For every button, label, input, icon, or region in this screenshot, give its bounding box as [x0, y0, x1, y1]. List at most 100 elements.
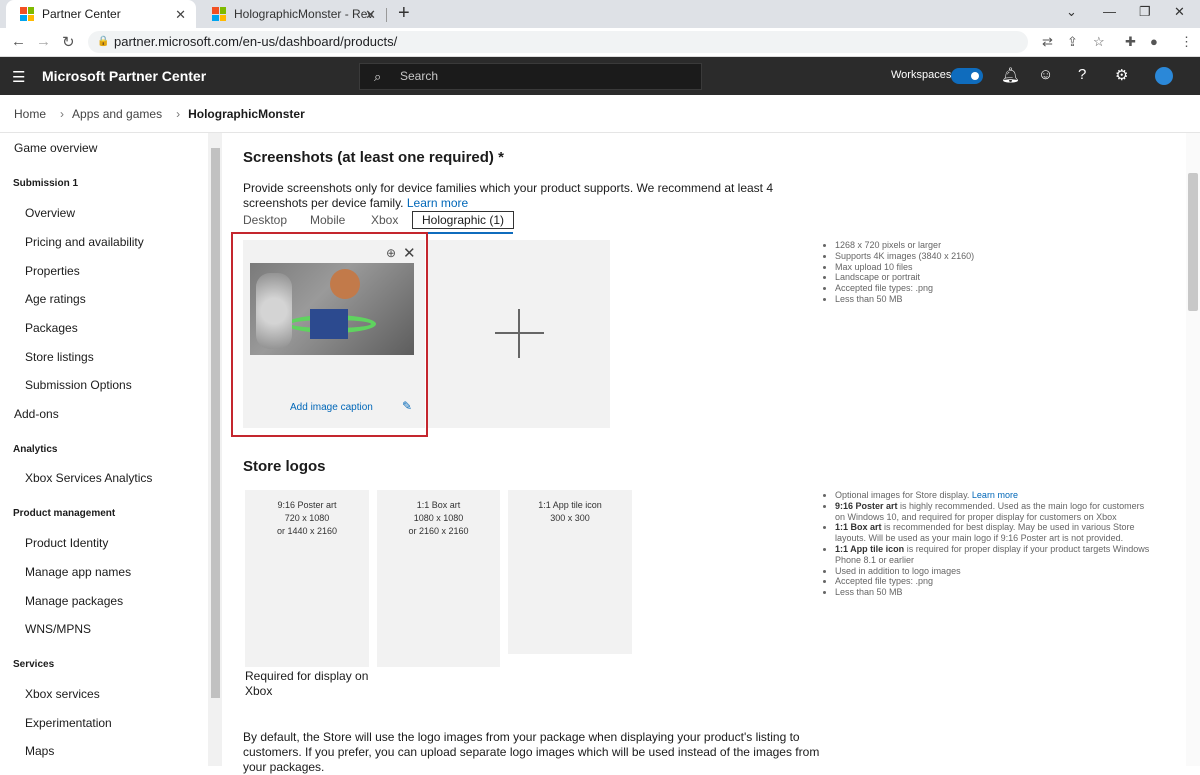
info-bold: 1:1 App tile icon [835, 543, 905, 554]
lock-icon: 🔒 [97, 36, 110, 47]
microsoft-logo-icon [212, 7, 226, 21]
browser-tab-review[interactable]: HolographicMonster - Review Re ✕ [198, 0, 386, 28]
breadcrumb-current: HolographicMonster [188, 107, 305, 121]
sidebar-scrollbar-thumb[interactable] [211, 148, 220, 698]
sidebar-heading-services: Services [13, 659, 55, 670]
sidebar-item-store-listings[interactable]: Store listings [25, 350, 94, 364]
help-icon[interactable]: ? [1078, 66, 1086, 83]
logo-card-line: 1:1 Box art [416, 500, 461, 510]
logo-card-line: 720 x 1080 [284, 513, 330, 523]
tab-holographic[interactable]: Holographic (1) [412, 211, 515, 229]
browser-menu-icon[interactable]: ⋮ [1180, 34, 1193, 50]
sidebar-item-experimentation[interactable]: Experimentation [25, 716, 112, 730]
workspaces-toggle[interactable] [951, 68, 983, 84]
list-item: Supports 4K images (3840 x 2160) [835, 251, 974, 262]
info-text: Optional images for Store display. [835, 490, 970, 500]
sidebar-item-add-ons[interactable]: Add-ons [14, 407, 59, 421]
chevron-right-icon: › [176, 107, 181, 121]
poster-art-note: Required for display on Xbox [245, 669, 369, 698]
maximize-icon[interactable]: ❐ [1139, 4, 1151, 20]
partner-center-header: ☰ Microsoft Partner Center ⌕ Search Work… [0, 57, 1200, 95]
list-item: Used in addition to logo images [835, 566, 1156, 577]
logo-default-explanation: By default, the Store will use the logo … [243, 730, 820, 774]
bell-icon[interactable]: 🔔︎ [1001, 66, 1020, 84]
sidebar-item-manage-app-names[interactable]: Manage app names [25, 565, 131, 579]
plus-icon-vertical [518, 309, 520, 358]
logo-card-line: 9:16 Poster art [277, 500, 337, 510]
breadcrumb-home[interactable]: Home [14, 107, 46, 121]
close-tab-icon[interactable]: ✕ [365, 7, 376, 23]
list-item: Max upload 10 files [835, 262, 974, 273]
tab-mobile[interactable]: Mobile [310, 213, 345, 227]
sidebar-item-packages[interactable]: Packages [25, 321, 78, 335]
back-icon[interactable]: ← [11, 33, 26, 50]
learn-more-link[interactable]: Learn more [972, 490, 1018, 500]
info-bold: 1:1 Box art [835, 522, 882, 533]
sidebar-item-xbox-services[interactable]: Xbox services [25, 687, 100, 701]
sidebar-item-pricing[interactable]: Pricing and availability [25, 235, 144, 249]
reload-icon[interactable]: ↻ [62, 33, 75, 51]
bookmark-star-icon[interactable]: ☆ [1093, 34, 1105, 50]
minimize-icon[interactable]: — [1103, 4, 1116, 19]
url-field[interactable]: 🔒 partner.microsoft.com/en-us/dashboard/… [88, 31, 1028, 53]
list-item: Accepted file types: .png [835, 576, 1156, 587]
browser-tab-partner-center[interactable]: Partner Center ✕ [6, 0, 196, 28]
box-art-upload[interactable]: 1:1 Box art 1080 x 1080 or 2160 x 2160 [377, 490, 500, 667]
highlight-frame [231, 232, 428, 437]
list-item: Landscape or portrait [835, 272, 974, 283]
breadcrumb: Home › Apps and games › HolographicMonster [14, 107, 311, 121]
new-tab-icon[interactable]: + [398, 2, 410, 25]
list-item: Less than 50 MB [835, 294, 974, 305]
close-window-icon[interactable]: ✕ [1174, 4, 1185, 20]
sidebar-heading-product-management: Product management [13, 508, 116, 519]
sidebar-item-product-identity[interactable]: Product Identity [25, 536, 108, 550]
search-input[interactable]: ⌕ Search [359, 63, 702, 90]
tab-search-chevron-icon[interactable]: ⌄ [1066, 4, 1077, 20]
brand-title[interactable]: Microsoft Partner Center [42, 68, 206, 84]
sidebar-item-manage-packages[interactable]: Manage packages [25, 594, 123, 608]
info-bold: 9:16 Poster art [835, 500, 898, 511]
close-tab-icon[interactable]: ✕ [175, 7, 186, 23]
sidebar-item-maps[interactable]: Maps [25, 744, 54, 758]
sidebar-item-properties[interactable]: Properties [25, 264, 80, 278]
url-text: partner.microsoft.com/en-us/dashboard/pr… [114, 34, 398, 49]
tab-title: HolographicMonster - Review Re [234, 7, 374, 21]
translate-icon[interactable]: ⇄ [1042, 34, 1053, 50]
store-logos-title: Store logos [243, 458, 326, 475]
hamburger-menu-icon[interactable]: ☰ [12, 68, 25, 86]
user-avatar[interactable] [1155, 67, 1173, 85]
logo-card-line: 1:1 App tile icon [538, 500, 602, 510]
list-item: Optional images for Store display. Learn… [835, 490, 1156, 501]
profile-icon[interactable]: ● [1150, 34, 1158, 49]
sidebar-item-submission-options[interactable]: Submission Options [25, 378, 132, 392]
chevron-right-icon: › [60, 107, 65, 121]
sidebar-item-age-ratings[interactable]: Age ratings [25, 292, 86, 306]
sidebar-item-wns-mpns[interactable]: WNS/MPNS [25, 622, 91, 636]
sidebar-heading-submission: Submission 1 [13, 178, 79, 189]
logo-card-line: 300 x 300 [550, 513, 590, 523]
app-tile-icon-upload[interactable]: 1:1 App tile icon 300 x 300 [508, 490, 632, 654]
sidebar-item-xbox-services-analytics[interactable]: Xbox Services Analytics [25, 471, 152, 485]
microsoft-logo-icon [20, 7, 34, 21]
logo-card-line: 1080 x 1080 [413, 513, 464, 523]
tab-xbox[interactable]: Xbox [371, 213, 398, 227]
learn-more-link[interactable]: Learn more [407, 196, 468, 210]
intro-text: Provide screenshots only for device fami… [243, 181, 774, 210]
smiley-feedback-icon[interactable]: ☺ [1038, 66, 1053, 83]
share-icon[interactable]: ⇪ [1067, 34, 1078, 50]
sidebar-item-overview[interactable]: Overview [25, 206, 75, 220]
sidebar-heading-analytics: Analytics [13, 444, 58, 455]
breadcrumb-apps-and-games[interactable]: Apps and games [72, 107, 162, 121]
forward-icon[interactable]: → [36, 33, 51, 50]
search-icon: ⌕ [374, 69, 382, 84]
list-item: 1:1 Box art is recommended for best disp… [835, 522, 1156, 544]
main-scrollbar-thumb[interactable] [1188, 173, 1198, 311]
store-logo-info: Optional images for Store display. Learn… [826, 490, 1156, 598]
active-tab-underline [413, 232, 513, 234]
list-item: 1268 x 720 pixels or larger [835, 240, 974, 251]
gear-icon[interactable]: ⚙ [1115, 66, 1128, 84]
tab-desktop[interactable]: Desktop [243, 213, 287, 227]
extensions-icon[interactable]: ✚ [1125, 34, 1136, 50]
sidebar-item-game-overview[interactable]: Game overview [14, 141, 97, 155]
poster-art-upload[interactable]: 9:16 Poster art 720 x 1080 or 1440 x 216… [245, 490, 369, 667]
